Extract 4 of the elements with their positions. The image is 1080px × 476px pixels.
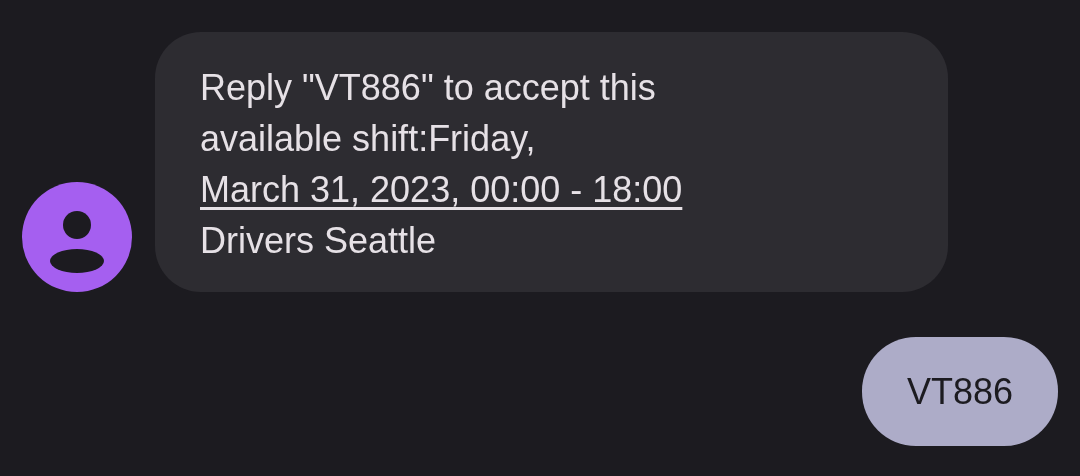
avatar-icon — [22, 182, 132, 292]
message-bubble: Reply "VT886" to accept this available shift:Friday, March 31, 2023, 00:00 - 18:00 Drivers Seattle — [155, 32, 948, 292]
sent-message-bubble: VT886 — [861, 337, 1058, 446]
date-link[interactable]: March 31, 2023, 00:00 - 18:00 — [200, 169, 683, 210]
